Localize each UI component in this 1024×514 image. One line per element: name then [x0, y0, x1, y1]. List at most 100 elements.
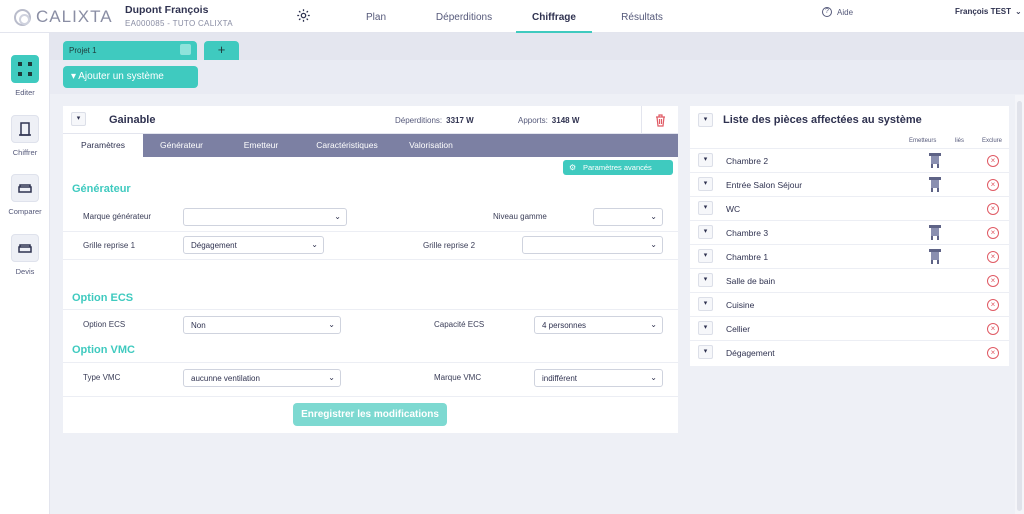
- exclude-icon[interactable]: ×: [987, 275, 999, 287]
- grille1-select[interactable]: Dégagement ⌄: [183, 236, 324, 254]
- column-emitters: Emetteurs: [909, 138, 937, 144]
- losses-value: 3317 W: [446, 116, 474, 125]
- tab-parametres[interactable]: Paramètres: [63, 134, 143, 157]
- client-name: Dupont François: [125, 4, 209, 16]
- sidebar-item-editer[interactable]: Editer: [0, 55, 50, 97]
- vmc-type-label: Type VMC: [83, 373, 121, 382]
- select-value: Non: [191, 321, 206, 330]
- tab-caracteristiques[interactable]: Caractéristiques: [302, 134, 392, 157]
- divider: [63, 396, 678, 397]
- vmc-brand-select[interactable]: indifférent ⌄: [534, 369, 663, 387]
- room-name: Chambre 1: [726, 252, 769, 262]
- sidebar-item-label: Editer: [15, 88, 35, 97]
- exclude-icon[interactable]: ×: [987, 323, 999, 335]
- tab-emetteur[interactable]: Emetteur: [220, 134, 302, 157]
- divider: [63, 259, 678, 260]
- select-value: aucunne ventilation: [191, 374, 260, 383]
- delete-system-button[interactable]: [641, 106, 678, 134]
- emitter-icon: [929, 249, 941, 264]
- exclude-icon[interactable]: ×: [987, 155, 999, 167]
- grille2-label: Grille reprise 2: [423, 241, 476, 250]
- ecs-option-label: Option ECS: [83, 320, 126, 329]
- advanced-settings-button[interactable]: Paramètres avancés: [563, 160, 673, 175]
- help-link[interactable]: ? Aide: [822, 7, 853, 17]
- nav-chiffrage[interactable]: Chiffrage: [516, 0, 592, 33]
- room-name: Entrée Salon Séjour: [726, 180, 803, 190]
- room-expand-toggle[interactable]: ▾: [698, 177, 713, 191]
- chevron-down-icon: ⌄: [650, 373, 657, 382]
- room-row: ▾ Chambre 2 ×: [690, 148, 1009, 172]
- logo-icon: [14, 8, 31, 26]
- nav-plan[interactable]: Plan: [340, 0, 412, 33]
- logo-text: CALIXTA: [36, 7, 113, 26]
- nav-resultats[interactable]: Résultats: [592, 0, 692, 33]
- gear-icon[interactable]: [296, 8, 311, 23]
- save-button[interactable]: Enregistrer les modifications: [293, 403, 447, 426]
- room-name: Chambre 3: [726, 228, 769, 238]
- rooms-title: Liste des pièces affectées au système: [723, 114, 922, 126]
- room-expand-toggle[interactable]: ▾: [698, 249, 713, 263]
- user-menu[interactable]: François TEST ⌄: [955, 7, 1022, 16]
- door-icon: [11, 115, 39, 143]
- room-expand-toggle[interactable]: ▾: [698, 201, 713, 215]
- chevron-down-icon: ⌄: [650, 240, 657, 249]
- exclude-icon[interactable]: ×: [987, 299, 999, 311]
- exclude-icon[interactable]: ×: [987, 347, 999, 359]
- sofa-icon: [11, 174, 39, 202]
- room-row: ▾ WC ×: [690, 196, 1009, 220]
- generator-brand-select[interactable]: ⌄: [183, 208, 347, 226]
- select-value: Dégagement: [191, 241, 237, 250]
- logo[interactable]: CALIXTA: [14, 7, 113, 27]
- sidebar-item-label: Comparer: [8, 207, 42, 216]
- collapse-toggle[interactable]: ▾: [71, 112, 86, 126]
- client-reference: EA000085 - TUTO CALIXTA: [125, 19, 233, 28]
- exclude-icon[interactable]: ×: [987, 227, 999, 239]
- top-bar: CALIXTA Dupont François EA000085 - TUTO …: [0, 0, 1024, 33]
- system-card: ▾ Gainable Déperditions: 3317 W Apports: 3…: [63, 106, 678, 433]
- exclude-icon[interactable]: ×: [987, 203, 999, 215]
- chevron-down-icon: ⌄: [650, 212, 657, 221]
- project-tab[interactable]: Projet 1: [63, 41, 197, 60]
- add-system-bar: ▾ Ajouter un système: [50, 60, 1024, 94]
- sidebar-item-comparer[interactable]: Comparer: [0, 174, 50, 216]
- edit-icon[interactable]: [180, 44, 191, 55]
- nodes-icon: [11, 55, 39, 83]
- system-tabs: Paramètres Générateur Emetteur Caractéri…: [63, 134, 678, 157]
- collapse-toggle[interactable]: ▾: [698, 113, 713, 127]
- system-title: Gainable: [109, 114, 156, 126]
- sidebar-item-chiffrer[interactable]: Chiffrer: [0, 115, 50, 157]
- room-expand-toggle[interactable]: ▾: [698, 297, 713, 311]
- nav-deperditions[interactable]: Déperditions: [412, 0, 516, 33]
- add-project-button[interactable]: +: [204, 41, 239, 60]
- room-expand-toggle[interactable]: ▾: [698, 153, 713, 167]
- room-name: Cellier: [726, 324, 751, 334]
- room-expand-toggle[interactable]: ▾: [698, 321, 713, 335]
- emitter-icon: [929, 177, 941, 192]
- trash-icon: [655, 113, 665, 127]
- tab-generateur[interactable]: Générateur: [143, 134, 220, 157]
- column-exclude: Exclure: [982, 138, 1003, 144]
- room-expand-toggle[interactable]: ▾: [698, 345, 713, 359]
- add-system-button[interactable]: ▾ Ajouter un système: [63, 66, 198, 88]
- sofa-icon: [11, 234, 39, 262]
- room-expand-toggle[interactable]: ▾: [698, 273, 713, 287]
- ecs-option-select[interactable]: Non ⌄: [183, 316, 341, 334]
- room-name: Dégagement: [726, 348, 775, 358]
- exclude-icon[interactable]: ×: [987, 179, 999, 191]
- range-level-label: Niveau gamme: [493, 212, 547, 221]
- grille2-select[interactable]: ⌄: [522, 236, 663, 254]
- vmc-type-select[interactable]: aucunne ventilation ⌄: [183, 369, 341, 387]
- sidebar-item-label: Chiffrer: [12, 148, 38, 157]
- exclude-icon[interactable]: ×: [987, 251, 999, 263]
- select-value: indifférent: [542, 374, 577, 383]
- divider: [63, 231, 678, 232]
- losses-stat: Déperditions: 3317 W: [395, 116, 474, 125]
- scrollbar-thumb[interactable]: [1017, 101, 1022, 511]
- range-level-select[interactable]: ⌄: [593, 208, 663, 226]
- grille1-label: Grille reprise 1: [83, 241, 136, 250]
- room-expand-toggle[interactable]: ▾: [698, 225, 713, 239]
- tab-valorisation[interactable]: Valorisation: [392, 134, 470, 157]
- ecs-capacity-select[interactable]: 4 personnes ⌄: [534, 316, 663, 334]
- sidebar-item-devis[interactable]: Devis: [0, 234, 50, 276]
- page-scrollbar[interactable]: [1015, 95, 1024, 514]
